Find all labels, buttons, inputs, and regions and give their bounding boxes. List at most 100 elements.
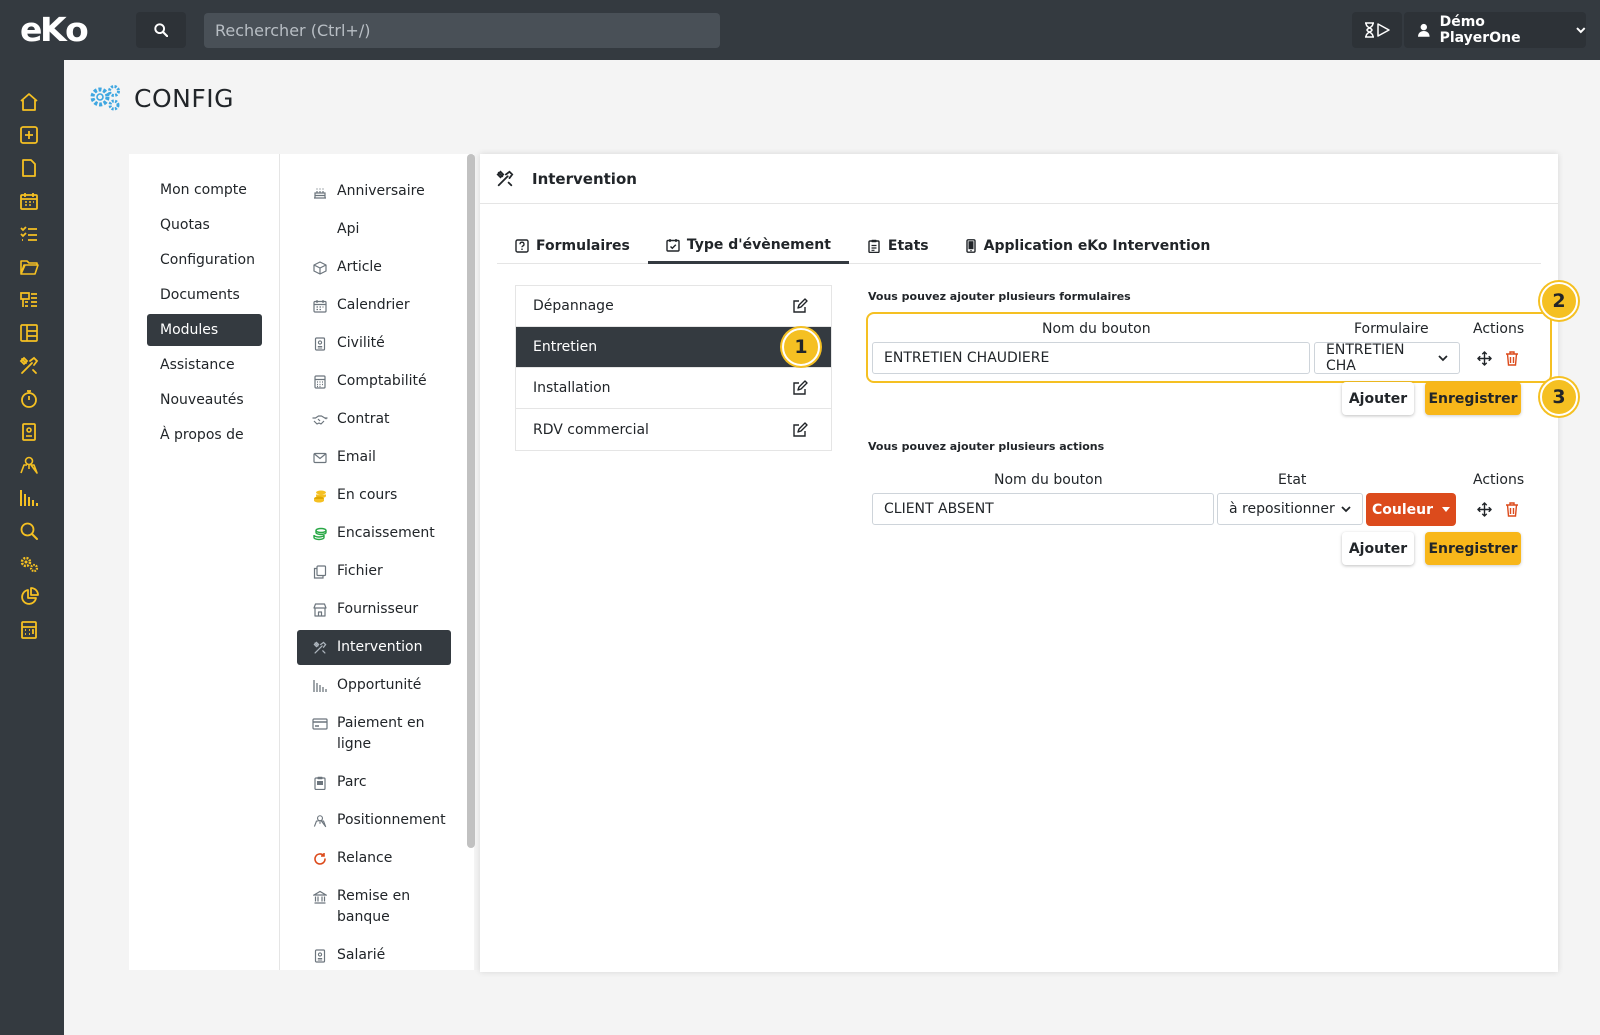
form-select[interactable]: ENTRETIEN CHA [1314, 342, 1460, 374]
rail-hierarchy[interactable] [17, 321, 41, 345]
id-card-icon [311, 947, 329, 965]
rail-calendar[interactable] [17, 189, 41, 213]
module-menu-item[interactable]: Anniversaire [297, 174, 451, 209]
add-form-button[interactable]: Ajouter [1342, 382, 1414, 415]
module-menu-item[interactable]: Remise en banque [297, 879, 451, 935]
callout-badge-2: 2 [1540, 282, 1578, 320]
module-menu-item[interactable]: Contrat [297, 402, 451, 437]
rail-search[interactable] [17, 519, 41, 543]
tab-application-eko[interactable]: Application eKo Intervention [947, 228, 1229, 264]
tab-type-evenement[interactable]: Type d'évènement [647, 228, 849, 264]
rail-documents[interactable] [17, 156, 41, 180]
rail-home[interactable] [17, 90, 41, 114]
rail-analytics[interactable] [17, 585, 41, 609]
rail-time[interactable] [17, 387, 41, 411]
module-menu-label: Remise en banque [337, 888, 411, 925]
id-card-icon [22, 423, 36, 441]
rail-folders[interactable] [17, 255, 41, 279]
search-input[interactable] [204, 13, 720, 48]
rail-employees[interactable] [17, 420, 41, 444]
rail-tasks[interactable] [17, 222, 41, 246]
edit-icon[interactable] [792, 298, 808, 314]
module-menu-item[interactable]: Civilité [297, 326, 451, 361]
event-type-item[interactable]: RDV commercial [516, 409, 831, 450]
settings-menu-item[interactable]: Mon compte [147, 174, 262, 206]
chevron-down-icon [1341, 505, 1351, 512]
state-select[interactable]: à repositionner [1217, 493, 1363, 525]
module-menu-item[interactable]: Fichier [297, 554, 451, 589]
menu-scrollbar[interactable] [467, 154, 475, 848]
add-action-button[interactable]: Ajouter [1342, 532, 1414, 565]
rail-intervention[interactable] [17, 354, 41, 378]
move-button[interactable] [1476, 350, 1492, 366]
save-forms-button[interactable]: Enregistrer [1425, 382, 1521, 415]
tab-etats[interactable]: Etats [849, 228, 947, 264]
settings-menu-modules: Anniversaire Api Article Calendrier Civilité… [297, 174, 451, 970]
rail-statistics[interactable] [17, 486, 41, 510]
module-menu-label: Fournisseur [337, 601, 419, 617]
blank-icon [311, 221, 329, 239]
rail-new[interactable] [17, 123, 41, 147]
bar-chart-icon [311, 677, 329, 695]
delete-button[interactable] [1504, 501, 1520, 517]
tab-label: Formulaires [536, 238, 630, 254]
action-button-name-input[interactable]: CLIENT ABSENT [872, 493, 1214, 525]
module-menu-item[interactable]: Api [297, 212, 451, 247]
search-icon [154, 23, 168, 37]
settings-menu-item[interactable]: Documents [147, 279, 262, 311]
timer-play-button[interactable] [1352, 12, 1402, 48]
tools-icon [19, 356, 39, 374]
box-icon [311, 259, 329, 277]
module-menu-item[interactable]: Encaissement [297, 516, 451, 551]
col-header-name: Nom du bouton [994, 472, 1103, 488]
tab-formulaires[interactable]: Formulaires [497, 228, 648, 264]
module-menu-item[interactable]: Opportunité [297, 668, 451, 703]
module-menu-item[interactable]: Calendrier [297, 288, 451, 323]
module-menu-item[interactable]: Fournisseur [297, 592, 451, 627]
module-menu-item[interactable]: Comptabilité [297, 364, 451, 399]
color-button-label: Couleur [1371, 501, 1434, 518]
module-menu-item[interactable]: Article [297, 250, 451, 285]
settings-menu-item[interactable]: Configuration [147, 244, 262, 276]
module-menu-item[interactable]: Positionnement [297, 803, 451, 838]
settings-menu-item[interactable]: Quotas [147, 209, 262, 241]
eko-logo[interactable]: eKo [20, 10, 100, 50]
settings-menu-item[interactable]: Nouveautés [147, 384, 262, 416]
save-actions-button[interactable]: Enregistrer [1425, 532, 1521, 565]
top-bar: eKo Démo PlayerOne [0, 0, 1600, 60]
settings-menu-item[interactable]: Modules [147, 314, 262, 346]
color-dropdown-button[interactable]: Couleur [1366, 493, 1456, 526]
module-menu-item[interactable]: Relance [297, 841, 451, 876]
move-button[interactable] [1476, 501, 1492, 517]
edit-icon[interactable] [792, 421, 808, 438]
module-menu-label: Parc [337, 774, 367, 790]
module-menu-item[interactable]: Intervention [297, 630, 451, 665]
module-menu-item[interactable]: Parc [297, 765, 451, 800]
module-menu-label: Email [337, 449, 376, 465]
tab-bar: Formulaires Type d'évènement Etats Appli… [497, 228, 1541, 264]
rail-reports[interactable] [17, 288, 41, 312]
module-menu-label: Api [337, 221, 360, 237]
rail-positioning[interactable] [17, 453, 41, 477]
module-menu-item[interactable]: En cours [297, 478, 451, 513]
module-menu-item[interactable]: Email [297, 440, 451, 475]
panel-header: Intervention [480, 154, 1558, 204]
settings-menu-item[interactable]: Assistance [147, 349, 262, 381]
module-menu-item[interactable]: Salarié [297, 938, 451, 970]
delete-button[interactable] [1504, 350, 1520, 366]
rail-accounting[interactable] [17, 618, 41, 642]
map-pin-icon [311, 812, 329, 830]
settings-menu-item[interactable]: À propos de [147, 419, 262, 451]
module-menu-item[interactable]: Paiement en ligne [297, 706, 451, 762]
event-type-item[interactable]: Installation [516, 368, 831, 409]
edit-icon[interactable] [792, 380, 808, 396]
checklist-icon [20, 226, 37, 241]
rail-config[interactable] [17, 552, 41, 576]
stopwatch-icon [21, 390, 37, 408]
user-menu-button[interactable]: Démo PlayerOne [1404, 12, 1586, 48]
gears-icon [20, 556, 39, 573]
menu-divider [279, 154, 280, 970]
event-type-item[interactable]: Dépannage [516, 286, 831, 327]
form-button-name-input[interactable]: ENTRETIEN CHAUDIERE [872, 342, 1310, 374]
search-button[interactable] [136, 12, 186, 48]
